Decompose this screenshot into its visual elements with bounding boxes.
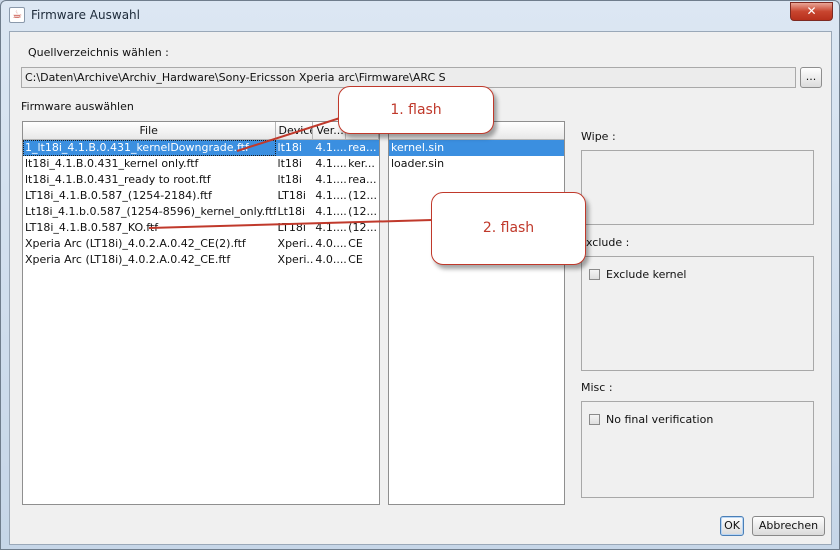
table-row[interactable]: lt18i_4.1.B.0.431_ready to root.ftf lt18i…: [23, 172, 379, 188]
table-row[interactable]: Lt18i_4.1.b.0.587_(1254-8596)_kernel_onl…: [23, 204, 379, 220]
table-row[interactable]: LT18i_4.1.B.0.587_KO.ftf LT18i 4.1.... (12.…: [23, 220, 379, 236]
source-path-field[interactable]: C:\Daten\Archive\Archiv_Hardware\Sony-Er…: [21, 67, 796, 88]
exclude-kernel-checkbox[interactable]: [589, 269, 600, 280]
window-title: Firmware Auswahl: [31, 8, 140, 22]
info-cell: (12...: [348, 221, 377, 234]
no-final-verification-checkbox[interactable]: [589, 414, 600, 425]
version-cell: 4.1....: [315, 173, 347, 186]
callout-flash-1: 1. flash: [338, 86, 494, 134]
file-cell: lt18i_4.1.B.0.431_ready to root.ftf: [25, 173, 211, 186]
file-cell: Xperia Arc (LT18i)_4.0.2.A.0.42_CE(2).ft…: [25, 237, 246, 250]
device-cell: LT18i: [277, 221, 306, 234]
info-cell: rea...: [348, 173, 377, 186]
info-cell: ker...: [348, 157, 375, 170]
version-cell: 4.0....: [315, 237, 347, 250]
device-cell: Xperi...: [277, 253, 314, 266]
version-cell: 4.1....: [315, 205, 347, 218]
info-cell: rea...: [346, 140, 379, 156]
callout-flash-2: 2. flash: [431, 192, 586, 265]
table-header: File Device Ver... ...: [23, 122, 379, 140]
table-row[interactable]: Xperia Arc (LT18i)_4.0.2.A.0.42_CE.ftf Xp…: [23, 252, 379, 268]
exclude-kernel-label[interactable]: Exclude kernel: [606, 268, 686, 281]
firmware-window: ☕ Firmware Auswahl ✕ Quellverzeichnis wä…: [0, 0, 840, 550]
version-cell: 4.1....: [315, 157, 347, 170]
device-cell: LT18i: [277, 189, 306, 202]
table-row[interactable]: lt18i_4.1.B.0.431_kernel only.ftf lt18i 4.…: [23, 156, 379, 172]
info-cell: (12...: [348, 205, 377, 218]
file-cell: Lt18i_4.1.b.0.587_(1254-8596)_kernel_onl…: [25, 205, 276, 218]
list-item[interactable]: kernel.sin: [389, 140, 564, 156]
version-cell: 4.0....: [315, 253, 347, 266]
browse-button[interactable]: ...: [800, 67, 822, 88]
column-header-device[interactable]: Device: [276, 122, 314, 139]
device-cell: lt18i: [275, 140, 314, 156]
misc-group: No final verification: [581, 401, 814, 498]
file-cell: 1_lt18i_4.1.B.0.431_kernelDowngrade.ftf: [23, 140, 276, 156]
cancel-button[interactable]: Abbrechen: [752, 516, 825, 536]
device-cell: lt18i: [277, 157, 302, 170]
title-bar[interactable]: ☕ Firmware Auswahl ✕: [1, 1, 839, 31]
version-cell: 4.1....: [315, 189, 347, 202]
misc-label: Misc :: [581, 381, 613, 394]
version-cell: 4.1....: [313, 140, 347, 156]
file-cell: LT18i_4.1.B.0.587_(1254-2184).ftf: [25, 189, 212, 202]
device-cell: Lt18i: [277, 205, 306, 218]
list-item[interactable]: loader.sin: [389, 156, 564, 172]
table-body: 1_lt18i_4.1.B.0.431_kernelDowngrade.ftf l…: [23, 140, 379, 268]
version-cell: 4.1....: [315, 221, 347, 234]
table-row[interactable]: 1_lt18i_4.1.B.0.431_kernelDowngrade.ftf l…: [23, 140, 379, 156]
source-dir-label: Quellverzeichnis wählen :: [28, 46, 169, 59]
close-button[interactable]: ✕: [790, 2, 833, 21]
wipe-group: [581, 150, 814, 225]
firmware-select-label: Firmware auswählen: [21, 100, 134, 113]
column-header-file[interactable]: File: [23, 122, 276, 139]
ok-button[interactable]: OK: [720, 516, 744, 536]
wipe-label: Wipe :: [581, 130, 616, 143]
info-cell: (12...: [348, 189, 377, 202]
content-list[interactable]: kernel.sin loader.sin: [388, 121, 565, 505]
file-cell: LT18i_4.1.B.0.587_KO.ftf: [25, 221, 159, 234]
content-list-body: kernel.sin loader.sin: [389, 140, 564, 172]
file-cell: lt18i_4.1.B.0.431_kernel only.ftf: [25, 157, 199, 170]
device-cell: Xperi...: [277, 237, 314, 250]
no-final-verification-label[interactable]: No final verification: [606, 413, 713, 426]
exclude-label: Exclude :: [579, 236, 630, 249]
table-row[interactable]: LT18i_4.1.B.0.587_(1254-2184).ftf LT18i 4.…: [23, 188, 379, 204]
file-cell: Xperia Arc (LT18i)_4.0.2.A.0.42_CE.ftf: [25, 253, 231, 266]
table-row[interactable]: Xperia Arc (LT18i)_4.0.2.A.0.42_CE(2).ft…: [23, 236, 379, 252]
exclude-group: Exclude kernel: [581, 256, 814, 371]
firmware-table[interactable]: File Device Ver... ... 1_lt18i_4.1.B.0.4…: [22, 121, 380, 505]
info-cell: CE: [348, 237, 363, 250]
info-cell: CE: [348, 253, 363, 266]
device-cell: lt18i: [277, 173, 302, 186]
java-icon: ☕: [9, 7, 25, 23]
